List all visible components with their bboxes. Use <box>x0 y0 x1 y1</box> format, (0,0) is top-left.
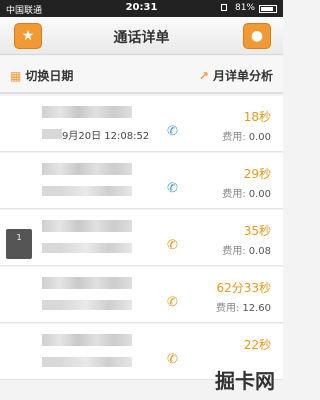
incoming-call-icon: ✆ <box>167 181 178 196</box>
outgoing-call-icon: ✆ <box>167 295 178 310</box>
switch-date-button[interactable]: ▦ 切换日期 <box>10 67 73 84</box>
call-duration: 29秒 <box>243 167 271 181</box>
fee-value: 0.00 <box>248 132 271 143</box>
outgoing-call-icon: ✆ <box>167 238 178 253</box>
fee-label: 费用: <box>215 303 240 314</box>
nav-bar: ★ 通话详单 ● <box>0 17 283 55</box>
incoming-call-icon: ✆ <box>167 124 178 139</box>
lock-icon <box>221 4 227 11</box>
call-duration: 62分33秒 <box>216 281 271 295</box>
call-fee: 费用: 0.08 <box>222 242 271 257</box>
watermark: 掘卡网 <box>215 369 275 393</box>
blurred-text <box>42 186 62 196</box>
badge-text: 1 <box>16 233 22 242</box>
call-time: 12:08:52 <box>104 131 150 142</box>
call-duration: 22秒 <box>243 338 271 352</box>
battery-percent: 81% <box>234 3 255 13</box>
fee-value: 0.08 <box>248 246 271 257</box>
page-title: 通话详单 <box>113 30 170 46</box>
list-item[interactable]: ✆ 35秒 费用: 0.08 <box>0 210 283 266</box>
fee-value: 0.00 <box>248 189 271 200</box>
call-datetime-blurred <box>62 186 132 196</box>
contact-name-blurred <box>42 334 132 346</box>
contact-name-blurred <box>42 277 132 289</box>
call-datetime-blurred <box>62 243 132 253</box>
list-item[interactable]: ✆ 62分33秒 费用: 12.60 <box>0 267 283 323</box>
fee-label: 费用: <box>222 132 246 143</box>
blurred-text <box>42 243 62 253</box>
contact-name-blurred <box>42 106 132 118</box>
chart-icon: ↗ <box>198 69 209 83</box>
person-icon: ● <box>250 28 264 44</box>
date-badge[interactable]: 1 <box>6 229 32 259</box>
contact-name-blurred <box>42 220 132 232</box>
call-fee: 费用: 12.60 <box>216 299 271 314</box>
battery-icon <box>259 5 277 13</box>
monthly-analysis-label: 月详单分析 <box>212 69 273 83</box>
status-bar: 中国联通 20:31 81% <box>0 0 283 17</box>
fee-label: 费用: <box>222 189 246 200</box>
call-fee: 费用: 0.00 <box>222 185 271 200</box>
call-datetime-blurred <box>62 300 132 310</box>
blurred-text <box>42 129 62 139</box>
calendar-icon: ▦ <box>10 69 22 83</box>
call-date: 9月20日 <box>62 131 102 142</box>
call-fee: 费用: 0.00 <box>222 128 271 143</box>
call-datetime: 9月20日 12:08:52 <box>62 127 149 142</box>
call-list: 9月20日 12:08:52 ✆ 18秒 费用: 0.00 ✆ 29秒 费用: 0.… <box>0 96 283 400</box>
blurred-text <box>42 357 62 367</box>
fee-value: 12.60 <box>242 303 271 314</box>
call-duration: 18秒 <box>243 110 271 124</box>
outgoing-call-icon: ✆ <box>167 352 178 367</box>
call-datetime-blurred <box>62 357 132 367</box>
toolbar: ▦ 切换日期 ↗ 月详单分析 <box>0 56 283 94</box>
profile-button[interactable]: ● <box>243 23 271 49</box>
call-duration: 35秒 <box>243 224 271 238</box>
switch-date-label: 切换日期 <box>25 69 74 83</box>
fee-label: 费用: <box>222 246 246 257</box>
monthly-analysis-button[interactable]: ↗ 月详单分析 <box>199 67 273 84</box>
list-item[interactable]: 9月20日 12:08:52 ✆ 18秒 费用: 0.00 <box>0 96 283 152</box>
list-item[interactable]: ✆ 29秒 费用: 0.00 <box>0 153 283 209</box>
blurred-text <box>42 300 62 310</box>
contact-name-blurred <box>42 163 132 175</box>
